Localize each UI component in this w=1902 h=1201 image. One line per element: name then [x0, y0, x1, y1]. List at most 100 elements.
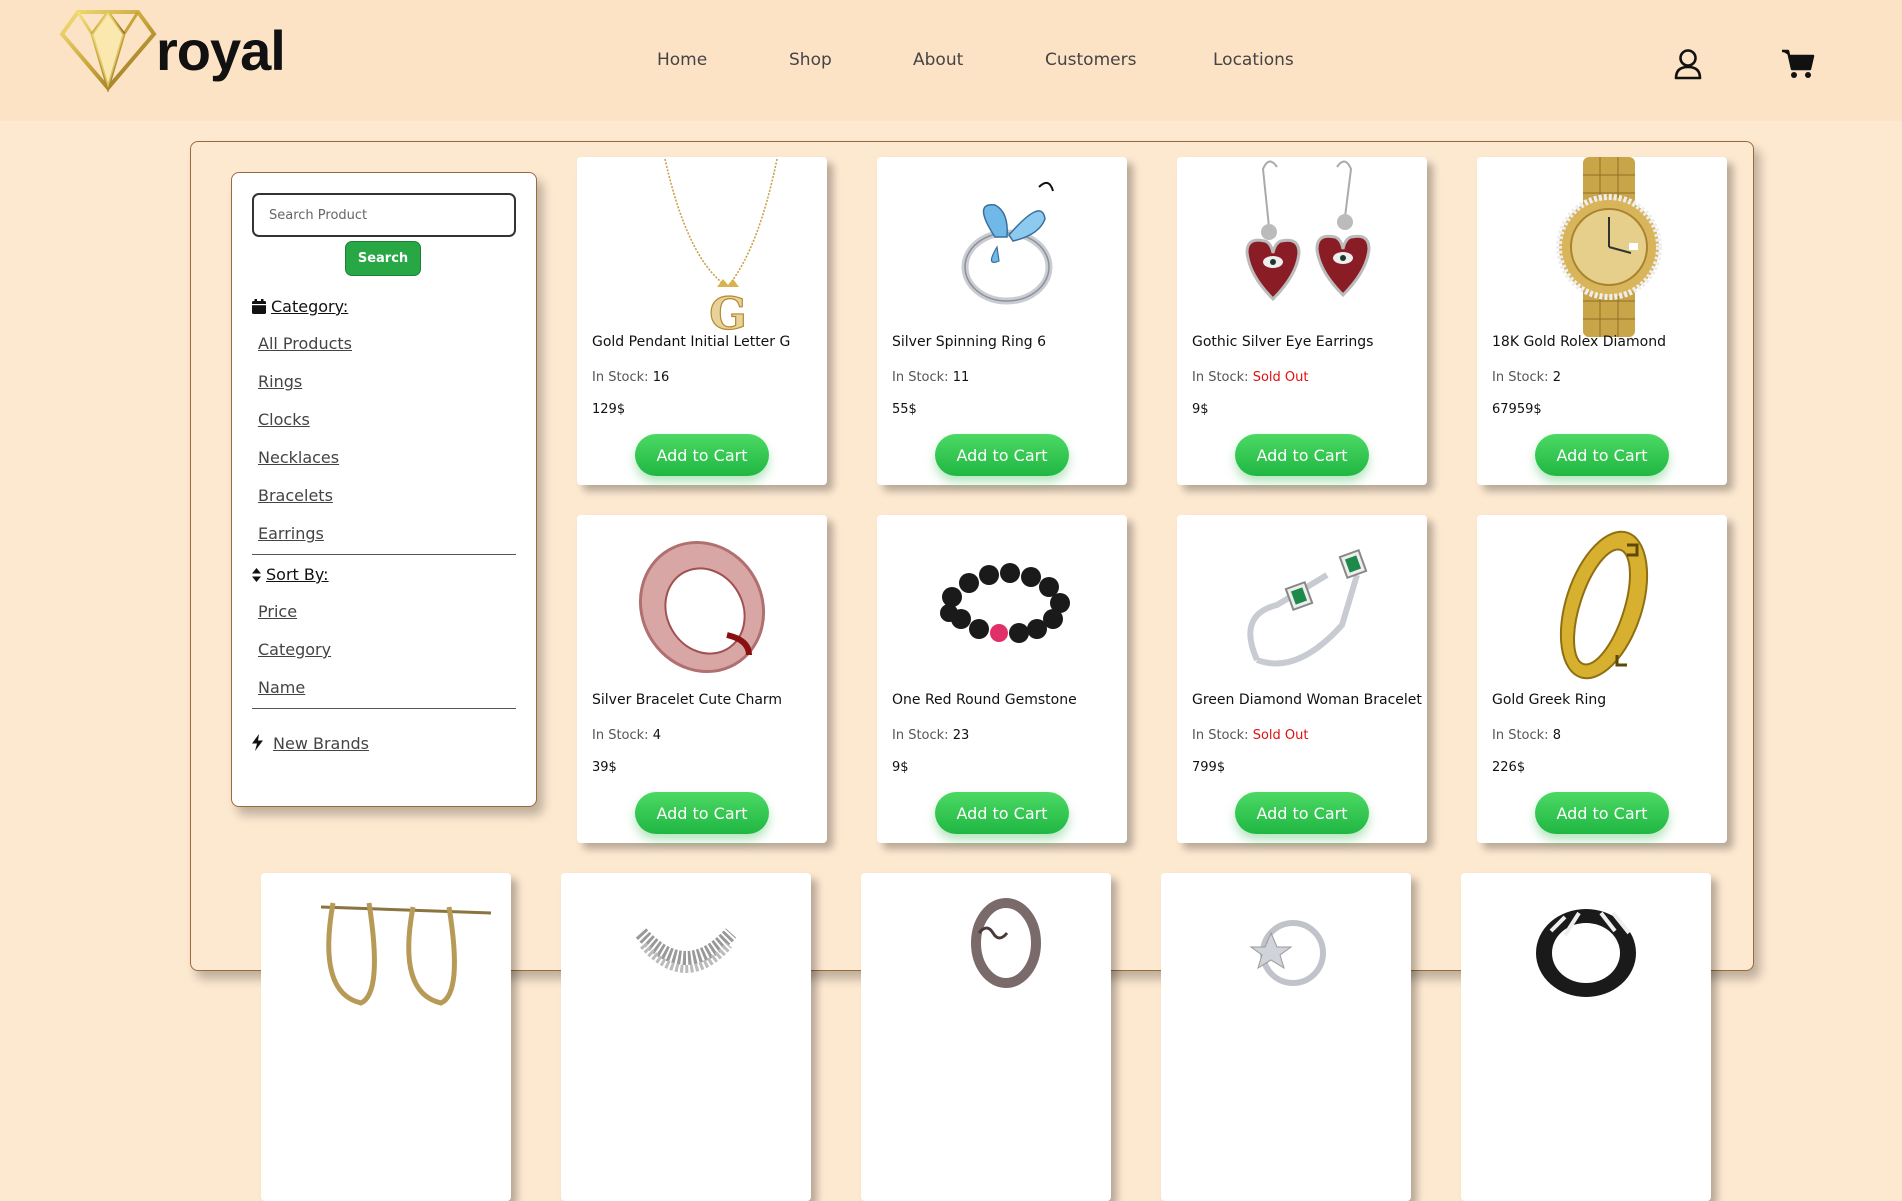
- cart-icon[interactable]: [1781, 48, 1815, 84]
- stock-value: 16: [652, 370, 670, 385]
- beaded-bracelet-image: [940, 563, 1070, 643]
- category-clocks[interactable]: Clocks: [258, 410, 310, 429]
- nav-customers[interactable]: Customers: [1045, 50, 1136, 70]
- product-card: [861, 873, 1111, 1201]
- product-price: 39$: [592, 760, 617, 775]
- nav-locations[interactable]: Locations: [1213, 50, 1294, 70]
- product-price: 226$: [1492, 760, 1526, 775]
- product-card: Gothic Silver Eye Earrings In Stock: Sol…: [1177, 157, 1427, 485]
- necklace-image: G: [664, 158, 778, 337]
- bolt-icon: [252, 734, 263, 751]
- add-to-cart-button[interactable]: Add to Cart: [1235, 434, 1369, 476]
- carved-ring-image: [971, 898, 1041, 988]
- add-to-cart-button[interactable]: Add to Cart: [935, 792, 1069, 834]
- category-earrings[interactable]: Earrings: [258, 524, 324, 543]
- sidebar: Search Category: All Products Rings Cloc…: [231, 172, 537, 807]
- sort-heading: Sort By:: [252, 565, 329, 584]
- add-to-cart-button[interactable]: Add to Cart: [635, 434, 769, 476]
- product-stock: In Stock: Sold Out: [1192, 728, 1308, 743]
- product-card: One Red Round Gemstone In Stock: 23 9$ A…: [877, 515, 1127, 843]
- product-stock: In Stock: 11: [892, 370, 969, 385]
- nav-about[interactable]: About: [913, 50, 963, 70]
- sort-icon: [252, 567, 261, 582]
- product-price: 9$: [1192, 402, 1209, 417]
- stock-label: In Stock:: [1492, 370, 1553, 385]
- product-name: Green Diamond Woman Bracelet: [1192, 692, 1422, 708]
- sort-name[interactable]: Name: [258, 678, 305, 697]
- stock-value: Sold Out: [1252, 728, 1309, 743]
- product-stock: In Stock: 23: [892, 728, 969, 743]
- product-name: Silver Bracelet Cute Charm: [592, 692, 783, 708]
- product-card: Silver Bracelet Cute Charm In Stock: 4 3…: [577, 515, 827, 843]
- watch-image: [1556, 157, 1662, 337]
- svg-text:G: G: [709, 289, 747, 337]
- product-card: Gold Greek Ring In Stock: 8 226$ Add to …: [1477, 515, 1727, 843]
- product-stock: In Stock: 8: [1492, 728, 1561, 743]
- product-card: [1461, 873, 1711, 1201]
- brand-logo[interactable]: royal: [58, 8, 298, 92]
- stock-label: In Stock:: [1192, 728, 1253, 743]
- divider: [252, 708, 516, 709]
- category-rings[interactable]: Rings: [258, 372, 302, 391]
- product-card: 18K Gold Rolex Diamond In Stock: 2 67959…: [1477, 157, 1727, 485]
- product-name: Gold Greek Ring: [1492, 692, 1607, 708]
- cuff-bracelet-image: [1247, 548, 1368, 667]
- add-to-cart-button[interactable]: Add to Cart: [635, 792, 769, 834]
- category-all-products[interactable]: All Products: [258, 334, 352, 353]
- earrings-image: [1245, 160, 1371, 302]
- stock-value: 11: [952, 370, 970, 385]
- product-name: Gothic Silver Eye Earrings: [1192, 334, 1374, 350]
- nav-shop[interactable]: Shop: [789, 50, 832, 70]
- product-stock: In Stock: Sold Out: [1192, 370, 1308, 385]
- hoop-earrings-image: [320, 902, 492, 1006]
- nav-home[interactable]: Home: [657, 50, 707, 70]
- product-name: 18K Gold Rolex Diamond: [1492, 334, 1666, 350]
- stock-label: In Stock:: [592, 370, 653, 385]
- stock-value: 4: [652, 728, 661, 743]
- category-necklaces[interactable]: Necklaces: [258, 448, 339, 467]
- product-card: [561, 873, 811, 1201]
- search-button[interactable]: Search: [345, 241, 421, 276]
- product-price: 55$: [892, 402, 917, 417]
- product-name: One Red Round Gemstone: [892, 692, 1077, 708]
- chain-necklace-image: [635, 928, 737, 973]
- product-name: Gold Pendant Initial Letter G: [592, 334, 791, 350]
- product-stock: In Stock: 16: [592, 370, 669, 385]
- search-input[interactable]: [252, 193, 516, 237]
- add-to-cart-button[interactable]: Add to Cart: [935, 434, 1069, 476]
- product-price: 9$: [892, 760, 909, 775]
- product-stock: In Stock: 4: [592, 728, 661, 743]
- header: royal Home Shop About Customers Location…: [0, 0, 1902, 121]
- product-card: Silver Spinning Ring 6 In Stock: 11 55$ …: [877, 157, 1127, 485]
- gold-ring-image: [1559, 530, 1649, 680]
- stock-label: In Stock:: [892, 370, 953, 385]
- add-to-cart-button[interactable]: Add to Cart: [1535, 792, 1669, 834]
- stock-value: 8: [1552, 728, 1561, 743]
- calendar-icon: [252, 299, 266, 314]
- product-card: [1161, 873, 1411, 1201]
- diamond-logo-icon: [59, 9, 157, 92]
- stock-label: In Stock:: [1192, 370, 1253, 385]
- product-stock: In Stock: 2: [1492, 370, 1561, 385]
- new-brands-link[interactable]: New Brands: [273, 734, 369, 753]
- ring-image: [961, 181, 1054, 305]
- brand-name: royal: [156, 19, 286, 82]
- stock-label: In Stock:: [1492, 728, 1553, 743]
- user-icon[interactable]: [1673, 48, 1703, 84]
- stock-value: 2: [1552, 370, 1561, 385]
- stock-value: 23: [952, 728, 970, 743]
- add-to-cart-button[interactable]: Add to Cart: [1235, 792, 1369, 834]
- product-card: Green Diamond Woman Bracelet In Stock: S…: [1177, 515, 1427, 843]
- category-bracelets[interactable]: Bracelets: [258, 486, 333, 505]
- sort-price[interactable]: Price: [258, 602, 297, 621]
- category-heading-label: Category:: [271, 297, 349, 316]
- product-card: [261, 873, 511, 1201]
- star-ring-image: [1249, 920, 1326, 986]
- stock-value: Sold Out: [1252, 370, 1309, 385]
- stock-label: In Stock:: [592, 728, 653, 743]
- sort-category[interactable]: Category: [258, 640, 331, 659]
- sort-heading-label: Sort By:: [266, 565, 329, 584]
- product-name: Silver Spinning Ring 6: [892, 334, 1047, 350]
- product-price: 67959$: [1492, 402, 1542, 417]
- add-to-cart-button[interactable]: Add to Cart: [1535, 434, 1669, 476]
